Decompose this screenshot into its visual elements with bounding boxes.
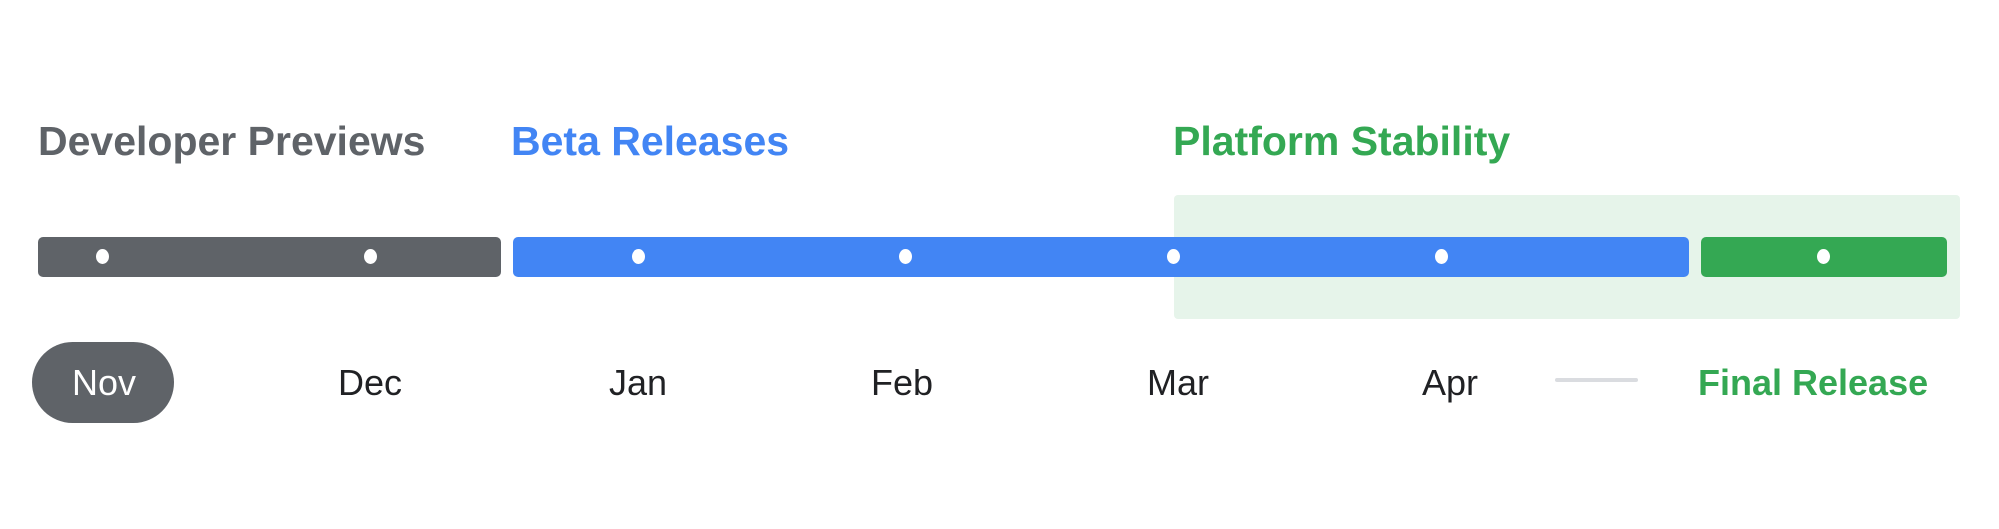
phase-label-platform-stability: Platform Stability [1173, 118, 1511, 164]
milestone-dot-nov [96, 249, 109, 264]
milestone-dot-dec [364, 249, 377, 264]
month-label-mar[interactable]: Mar [1147, 362, 1209, 404]
phase-label-beta-releases: Beta Releases [511, 118, 790, 164]
milestone-dot-apr [1435, 249, 1448, 264]
phase-label-developer-previews: Developer Previews [38, 118, 426, 164]
milestone-dot-feb [899, 249, 912, 264]
month-label-apr[interactable]: Apr [1422, 362, 1478, 404]
connector-line [1555, 378, 1638, 382]
month-label-jan[interactable]: Jan [609, 362, 667, 404]
month-label-dec[interactable]: Dec [338, 362, 402, 404]
month-label-feb[interactable]: Feb [871, 362, 933, 404]
beta-releases-bar [513, 237, 1689, 277]
milestone-dot-mar [1167, 249, 1180, 264]
milestone-dot-final [1817, 249, 1830, 264]
final-release-label[interactable]: Final Release [1698, 362, 1928, 404]
month-label-nov[interactable]: Nov [72, 362, 136, 404]
milestone-dot-jan [632, 249, 645, 264]
